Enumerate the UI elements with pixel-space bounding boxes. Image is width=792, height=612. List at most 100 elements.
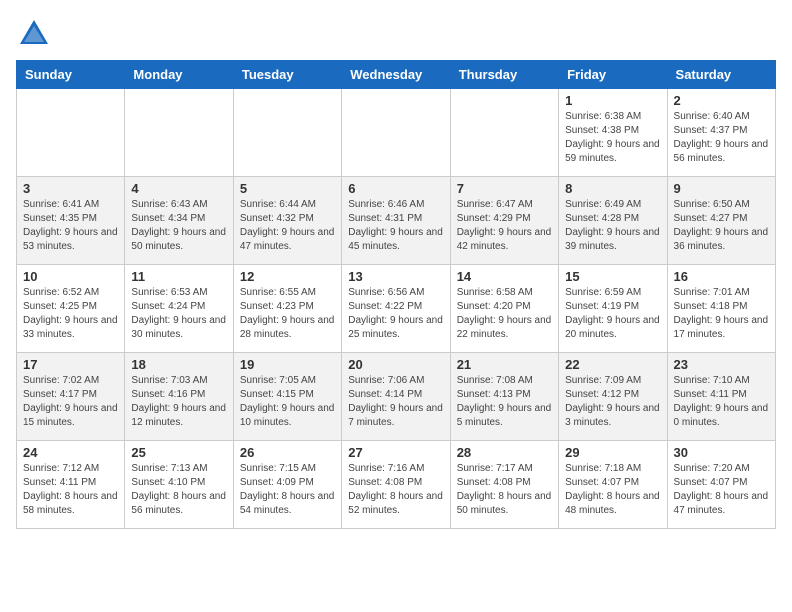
day-number: 25 bbox=[131, 445, 226, 460]
day-number: 2 bbox=[674, 93, 769, 108]
calendar-cell: 27 Sunrise: 7:16 AM Sunset: 4:08 PM Dayli… bbox=[342, 441, 450, 529]
day-info: Sunrise: 6:50 AM Sunset: 4:27 PM Dayligh… bbox=[674, 198, 769, 254]
day-number: 11 bbox=[131, 269, 226, 284]
calendar-week-3: 10 Sunrise: 6:52 AM Sunset: 4:25 PM Dayli… bbox=[17, 265, 776, 353]
calendar-cell: 7 Sunrise: 6:47 AM Sunset: 4:29 PM Daylig… bbox=[450, 177, 558, 265]
day-number: 27 bbox=[348, 445, 443, 460]
day-number: 7 bbox=[457, 181, 552, 196]
calendar-week-5: 24Sunrise: 7:12 AM Sunset: 4:11 PM Dayli… bbox=[17, 441, 776, 529]
calendar-cell: 6 Sunrise: 6:46 AM Sunset: 4:31 PM Daylig… bbox=[342, 177, 450, 265]
calendar-cell: 5Sunrise: 6:44 AM Sunset: 4:32 PM Daylig… bbox=[233, 177, 341, 265]
day-info: Sunrise: 6:46 AM Sunset: 4:31 PM Dayligh… bbox=[348, 198, 443, 254]
calendar-cell: 17 Sunrise: 7:02 AM Sunset: 4:17 PM Dayli… bbox=[17, 353, 125, 441]
calendar-cell: 23 Sunrise: 7:10 AM Sunset: 4:11 PM Dayli… bbox=[667, 353, 775, 441]
day-number: 13 bbox=[348, 269, 443, 284]
day-number: 17 bbox=[23, 357, 118, 372]
calendar-cell: 19 Sunrise: 7:05 AM Sunset: 4:15 PM Dayli… bbox=[233, 353, 341, 441]
calendar-cell: 12 Sunrise: 6:55 AM Sunset: 4:23 PM Dayli… bbox=[233, 265, 341, 353]
calendar-header-friday: Friday bbox=[559, 61, 667, 89]
day-info: Sunrise: 6:49 AM Sunset: 4:28 PM Dayligh… bbox=[565, 198, 660, 254]
calendar-cell: 10 Sunrise: 6:52 AM Sunset: 4:25 PM Dayli… bbox=[17, 265, 125, 353]
day-info: Sunrise: 6:55 AM Sunset: 4:23 PM Dayligh… bbox=[240, 286, 335, 342]
day-info: Sunrise: 6:58 AM Sunset: 4:20 PM Dayligh… bbox=[457, 286, 552, 342]
day-info: Sunrise: 6:47 AM Sunset: 4:29 PM Dayligh… bbox=[457, 198, 552, 254]
day-info: Sunrise: 7:18 AM Sunset: 4:07 PM Dayligh… bbox=[565, 462, 660, 518]
calendar-cell: 24Sunrise: 7:12 AM Sunset: 4:11 PM Dayli… bbox=[17, 441, 125, 529]
calendar-cell bbox=[342, 89, 450, 177]
day-info: Sunrise: 6:41 AM Sunset: 4:35 PM Dayligh… bbox=[23, 198, 118, 254]
calendar-header-wednesday: Wednesday bbox=[342, 61, 450, 89]
day-number: 6 bbox=[348, 181, 443, 196]
day-number: 10 bbox=[23, 269, 118, 284]
day-info: Sunrise: 6:59 AM Sunset: 4:19 PM Dayligh… bbox=[565, 286, 660, 342]
calendar-week-4: 17 Sunrise: 7:02 AM Sunset: 4:17 PM Dayli… bbox=[17, 353, 776, 441]
calendar-cell: 26 Sunrise: 7:15 AM Sunset: 4:09 PM Dayli… bbox=[233, 441, 341, 529]
calendar-cell: 25 Sunrise: 7:13 AM Sunset: 4:10 PM Dayli… bbox=[125, 441, 233, 529]
day-info: Sunrise: 7:01 AM Sunset: 4:18 PM Dayligh… bbox=[674, 286, 769, 342]
day-info: Sunrise: 7:09 AM Sunset: 4:12 PM Dayligh… bbox=[565, 374, 660, 430]
calendar-header-sunday: Sunday bbox=[17, 61, 125, 89]
day-info: Sunrise: 7:13 AM Sunset: 4:10 PM Dayligh… bbox=[131, 462, 226, 518]
day-number: 4 bbox=[131, 181, 226, 196]
day-number: 26 bbox=[240, 445, 335, 460]
calendar-header-tuesday: Tuesday bbox=[233, 61, 341, 89]
day-number: 18 bbox=[131, 357, 226, 372]
day-number: 3 bbox=[23, 181, 118, 196]
day-info: Sunrise: 6:38 AM Sunset: 4:38 PM Dayligh… bbox=[565, 110, 660, 166]
day-number: 23 bbox=[674, 357, 769, 372]
calendar-cell: 30 Sunrise: 7:20 AM Sunset: 4:07 PM Dayli… bbox=[667, 441, 775, 529]
calendar-cell: 28 Sunrise: 7:17 AM Sunset: 4:08 PM Dayli… bbox=[450, 441, 558, 529]
day-info: Sunrise: 6:52 AM Sunset: 4:25 PM Dayligh… bbox=[23, 286, 118, 342]
day-info: Sunrise: 7:03 AM Sunset: 4:16 PM Dayligh… bbox=[131, 374, 226, 430]
calendar-cell bbox=[17, 89, 125, 177]
day-number: 30 bbox=[674, 445, 769, 460]
calendar-week-1: 1 Sunrise: 6:38 AM Sunset: 4:38 PM Daylig… bbox=[17, 89, 776, 177]
calendar-cell: 1 Sunrise: 6:38 AM Sunset: 4:38 PM Daylig… bbox=[559, 89, 667, 177]
day-number: 9 bbox=[674, 181, 769, 196]
day-number: 14 bbox=[457, 269, 552, 284]
day-info: Sunrise: 6:53 AM Sunset: 4:24 PM Dayligh… bbox=[131, 286, 226, 342]
day-number: 16 bbox=[674, 269, 769, 284]
calendar-cell: 20 Sunrise: 7:06 AM Sunset: 4:14 PM Dayli… bbox=[342, 353, 450, 441]
day-info: Sunrise: 7:17 AM Sunset: 4:08 PM Dayligh… bbox=[457, 462, 552, 518]
day-info: Sunrise: 7:10 AM Sunset: 4:11 PM Dayligh… bbox=[674, 374, 769, 430]
calendar-cell: 2 Sunrise: 6:40 AM Sunset: 4:37 PM Daylig… bbox=[667, 89, 775, 177]
calendar-cell bbox=[450, 89, 558, 177]
calendar-header-thursday: Thursday bbox=[450, 61, 558, 89]
day-number: 20 bbox=[348, 357, 443, 372]
logo-icon bbox=[16, 16, 52, 52]
calendar-cell: 3 Sunrise: 6:41 AM Sunset: 4:35 PM Daylig… bbox=[17, 177, 125, 265]
day-number: 5 bbox=[240, 181, 335, 196]
day-info: Sunrise: 7:15 AM Sunset: 4:09 PM Dayligh… bbox=[240, 462, 335, 518]
day-number: 21 bbox=[457, 357, 552, 372]
day-number: 8 bbox=[565, 181, 660, 196]
day-info: Sunrise: 6:40 AM Sunset: 4:37 PM Dayligh… bbox=[674, 110, 769, 166]
page-header bbox=[16, 16, 776, 52]
day-info: Sunrise: 6:43 AM Sunset: 4:34 PM Dayligh… bbox=[131, 198, 226, 254]
day-info: Sunrise: 6:56 AM Sunset: 4:22 PM Dayligh… bbox=[348, 286, 443, 342]
logo bbox=[16, 16, 58, 52]
calendar-cell: 4 Sunrise: 6:43 AM Sunset: 4:34 PM Daylig… bbox=[125, 177, 233, 265]
calendar-week-2: 3 Sunrise: 6:41 AM Sunset: 4:35 PM Daylig… bbox=[17, 177, 776, 265]
day-number: 19 bbox=[240, 357, 335, 372]
day-number: 12 bbox=[240, 269, 335, 284]
day-info: Sunrise: 7:05 AM Sunset: 4:15 PM Dayligh… bbox=[240, 374, 335, 430]
calendar-cell: 11 Sunrise: 6:53 AM Sunset: 4:24 PM Dayli… bbox=[125, 265, 233, 353]
day-info: Sunrise: 7:12 AM Sunset: 4:11 PM Dayligh… bbox=[23, 462, 118, 518]
day-info: Sunrise: 7:16 AM Sunset: 4:08 PM Dayligh… bbox=[348, 462, 443, 518]
calendar-cell bbox=[233, 89, 341, 177]
day-info: Sunrise: 7:06 AM Sunset: 4:14 PM Dayligh… bbox=[348, 374, 443, 430]
calendar-cell: 9 Sunrise: 6:50 AM Sunset: 4:27 PM Daylig… bbox=[667, 177, 775, 265]
day-number: 15 bbox=[565, 269, 660, 284]
day-number: 1 bbox=[565, 93, 660, 108]
day-number: 28 bbox=[457, 445, 552, 460]
calendar-cell: 15 Sunrise: 6:59 AM Sunset: 4:19 PM Dayli… bbox=[559, 265, 667, 353]
calendar-cell: 13 Sunrise: 6:56 AM Sunset: 4:22 PM Dayli… bbox=[342, 265, 450, 353]
calendar-table: SundayMondayTuesdayWednesdayThursdayFrid… bbox=[16, 60, 776, 529]
calendar-cell: 14 Sunrise: 6:58 AM Sunset: 4:20 PM Dayli… bbox=[450, 265, 558, 353]
calendar-cell bbox=[125, 89, 233, 177]
calendar-cell: 18 Sunrise: 7:03 AM Sunset: 4:16 PM Dayli… bbox=[125, 353, 233, 441]
day-info: Sunrise: 7:20 AM Sunset: 4:07 PM Dayligh… bbox=[674, 462, 769, 518]
day-info: Sunrise: 7:02 AM Sunset: 4:17 PM Dayligh… bbox=[23, 374, 118, 430]
day-number: 22 bbox=[565, 357, 660, 372]
